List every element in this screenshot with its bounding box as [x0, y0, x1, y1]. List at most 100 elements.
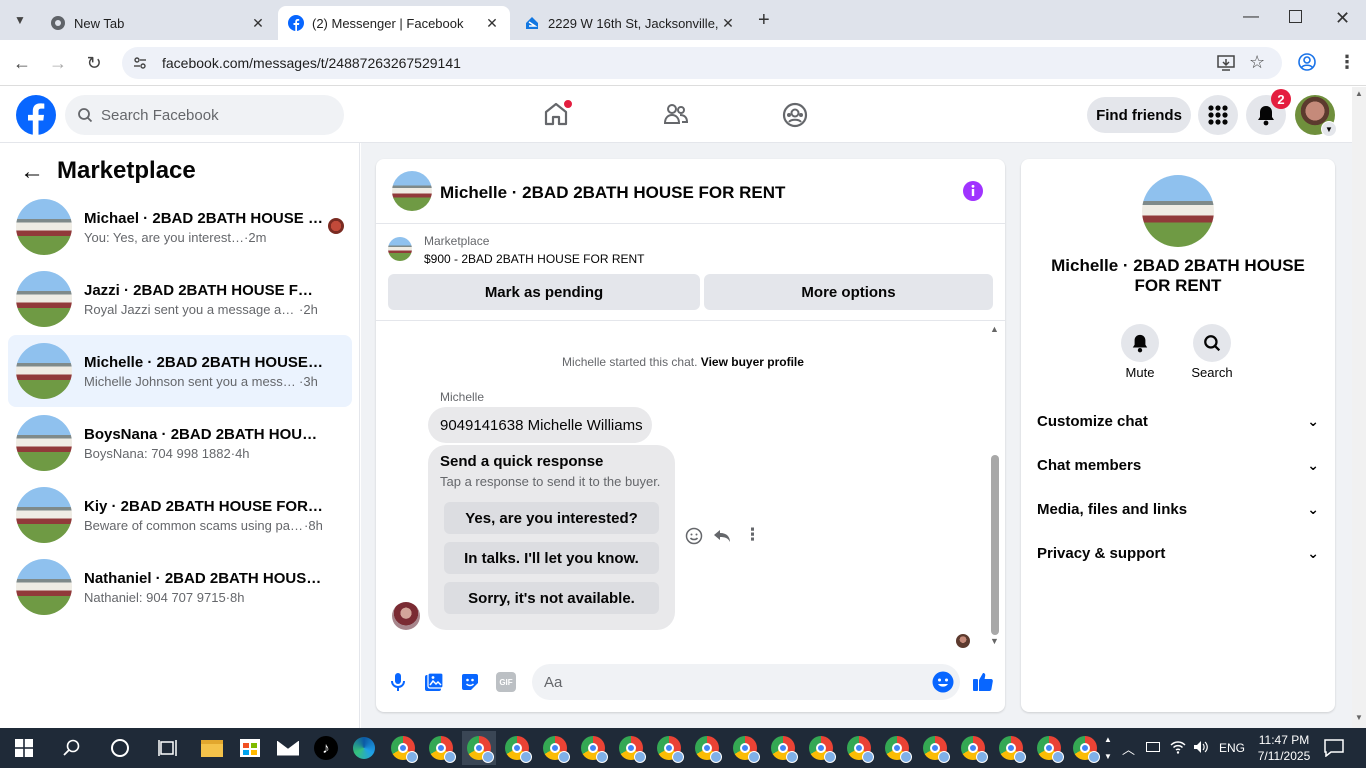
chrome-taskbar-icon[interactable] [386, 731, 420, 765]
chrome-taskbar-icon-active[interactable] [462, 731, 496, 765]
conversation-item-michael[interactable]: Michael · 2BAD 2BATH HOUSE FOR RENT You:… [8, 191, 352, 263]
scroll-up-icon[interactable]: ▲ [990, 324, 999, 334]
forward-arrow-icon[interactable]: → [44, 49, 72, 77]
chrome-taskbar-icon[interactable] [500, 731, 534, 765]
privacy-support-section[interactable]: Privacy & support ⌄ [1037, 538, 1319, 568]
input-language-indicator[interactable]: ENG [1219, 741, 1245, 755]
install-app-icon[interactable] [1217, 55, 1235, 71]
tab-zillow[interactable]: 2229 W 16th St, Jacksonville, FL ✕ [514, 6, 746, 40]
page-scrollbar[interactable]: ▲ ▼ [1352, 87, 1366, 728]
quick-response-button[interactable]: In talks. I'll let you know. [444, 542, 659, 574]
details-avatar[interactable] [1142, 175, 1214, 247]
maximize-icon[interactable] [1289, 10, 1302, 23]
facebook-logo-icon[interactable] [16, 95, 56, 135]
info-icon[interactable] [962, 180, 984, 202]
sender-avatar[interactable] [392, 602, 420, 630]
battery-icon[interactable] [1146, 742, 1160, 752]
profile-icon[interactable] [1298, 53, 1316, 71]
menu-button[interactable] [1198, 95, 1238, 135]
chrome-taskbar-icon[interactable] [576, 731, 610, 765]
gif-icon[interactable]: GIF [496, 672, 516, 692]
facebook-search-input[interactable]: Search Facebook [65, 95, 344, 135]
back-arrow-icon[interactable]: ← [8, 49, 36, 77]
message-bubble[interactable]: 9049141638 Michelle Williams [428, 407, 652, 443]
close-window-icon[interactable]: ✕ [1335, 8, 1350, 29]
conversation-item-kiy[interactable]: Kiy · 2BAD 2BATH HOUSE FOR RENT Beware o… [8, 479, 352, 551]
chrome-taskbar-icon[interactable] [766, 731, 800, 765]
chrome-taskbar-icon[interactable] [652, 731, 686, 765]
scroll-down-icon[interactable]: ▼ [990, 636, 999, 646]
tab-new-tab[interactable]: New Tab ✕ [40, 6, 276, 40]
chrome-taskbar-icon[interactable] [728, 731, 762, 765]
reload-icon[interactable]: ↻ [80, 49, 108, 77]
more-actions-icon[interactable]: ⋮ [744, 525, 761, 545]
chrome-taskbar-icon[interactable] [880, 731, 914, 765]
edge-icon[interactable] [347, 731, 381, 765]
chat-title[interactable]: Michelle · 2BAD 2BATH HOUSE FOR RENT [440, 183, 785, 203]
tab-messenger[interactable]: (2) Messenger | Facebook ✕ [278, 6, 510, 40]
scroll-up-icon[interactable]: ▲ [1355, 89, 1363, 98]
friends-icon[interactable] [663, 101, 689, 127]
chat-scrollbar[interactable]: ▲ ▼ [990, 324, 1002, 650]
file-explorer-icon[interactable] [195, 731, 229, 765]
taskbar-overflow-arrows-icon[interactable]: ▲ ▼ [1102, 731, 1114, 765]
windows-start-icon[interactable] [15, 739, 33, 757]
sticker-icon[interactable] [460, 672, 480, 692]
wifi-icon[interactable] [1170, 739, 1186, 755]
show-hidden-icons-chevron-icon[interactable]: ︿ [1122, 739, 1135, 758]
quick-response-button[interactable]: Yes, are you interested? [444, 502, 659, 534]
chat-members-section[interactable]: Chat members ⌄ [1037, 450, 1319, 480]
chrome-taskbar-icon[interactable] [690, 731, 724, 765]
close-tab-icon[interactable]: ✕ [720, 15, 736, 32]
close-tab-icon[interactable]: ✕ [250, 15, 266, 32]
tab-search-chevron-icon[interactable]: ▼ [6, 6, 34, 34]
chrome-taskbar-icon[interactable] [918, 731, 952, 765]
more-options-button[interactable]: More options [704, 274, 993, 310]
action-center-icon[interactable] [1324, 739, 1344, 757]
chrome-taskbar-icon[interactable] [538, 731, 572, 765]
conversation-item-jazzi[interactable]: Jazzi · 2BAD 2BATH HOUSE FOR RENT Royal … [8, 263, 352, 335]
address-bar[interactable]: facebook.com/messages/t/2488726326752914… [122, 47, 1282, 79]
taskbar-search-icon[interactable] [63, 739, 81, 757]
mute-button[interactable] [1121, 324, 1159, 362]
new-tab-plus-icon[interactable]: + [758, 9, 770, 32]
emoji-icon[interactable] [932, 671, 954, 693]
mark-as-pending-button[interactable]: Mark as pending [388, 274, 700, 310]
minimize-icon[interactable]: — [1243, 8, 1259, 26]
account-chevron-down-icon[interactable]: ▼ [1321, 121, 1337, 137]
chrome-taskbar-icon[interactable] [842, 731, 876, 765]
store-icon[interactable] [233, 731, 267, 765]
chrome-taskbar-icon[interactable] [1032, 731, 1066, 765]
cortana-icon[interactable] [111, 739, 129, 757]
chrome-taskbar-icon[interactable] [956, 731, 990, 765]
chrome-taskbar-icon[interactable] [1068, 731, 1102, 765]
listing-title[interactable]: $900 - 2BAD 2BATH HOUSE FOR RENT [424, 252, 645, 266]
search-in-chat-button[interactable] [1193, 324, 1231, 362]
back-arrow-icon[interactable]: ← [20, 158, 44, 186]
chat-avatar[interactable] [392, 171, 432, 211]
photo-gallery-icon[interactable] [424, 672, 444, 692]
chrome-taskbar-icon[interactable] [424, 731, 458, 765]
reply-icon[interactable] [713, 527, 731, 545]
customize-chat-section[interactable]: Customize chat ⌄ [1037, 406, 1319, 436]
chrome-taskbar-icon[interactable] [994, 731, 1028, 765]
find-friends-button[interactable]: Find friends [1087, 97, 1191, 133]
view-buyer-profile-link[interactable]: View buyer profile [701, 355, 804, 369]
taskbar-clock[interactable]: 11:47 PM 7/11/2025 [1252, 732, 1316, 764]
browser-menu-icon[interactable]: ⋮ [1338, 52, 1356, 73]
thumbs-up-icon[interactable] [972, 670, 994, 692]
volume-icon[interactable] [1193, 739, 1209, 755]
close-tab-icon[interactable]: ✕ [484, 15, 500, 32]
chrome-taskbar-icon[interactable] [614, 731, 648, 765]
conversation-item-michelle[interactable]: Michelle · 2BAD 2BATH HOUSE FOR RENT Mic… [8, 335, 352, 407]
quick-response-button[interactable]: Sorry, it's not available. [444, 582, 659, 614]
conversation-item-nathaniel[interactable]: Nathaniel · 2BAD 2BATH HOUSE FOR RENT Na… [8, 551, 352, 623]
chrome-taskbar-icon[interactable] [804, 731, 838, 765]
scroll-down-icon[interactable]: ▼ [1355, 713, 1363, 722]
tiktok-icon[interactable]: ♪ [309, 731, 343, 765]
site-settings-icon[interactable] [132, 55, 148, 71]
task-view-icon[interactable] [158, 739, 178, 757]
mail-icon[interactable] [271, 731, 305, 765]
microphone-icon[interactable] [389, 672, 407, 692]
groups-icon[interactable] [782, 102, 808, 128]
